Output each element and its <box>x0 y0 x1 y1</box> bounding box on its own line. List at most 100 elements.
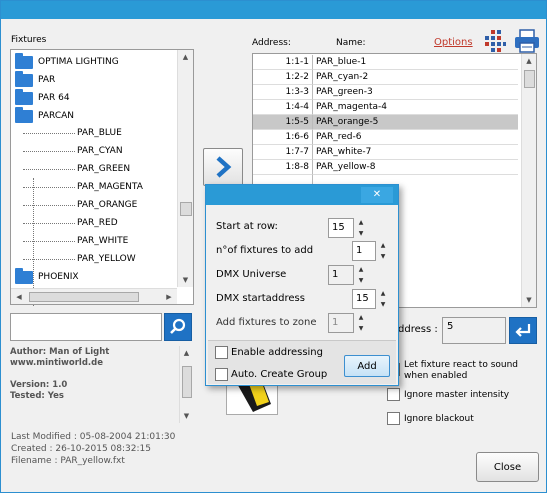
scroll-down-icon[interactable]: ▼ <box>178 273 193 287</box>
chevron-down-icon[interactable]: ▼ <box>356 228 366 239</box>
tree-item[interactable]: PAR_WHITE <box>77 232 128 250</box>
table-row[interactable]: 1:8-8 PAR_yellow-8 <box>253 160 518 175</box>
table-vscrollbar[interactable]: ▲ ▼ <box>521 54 536 307</box>
tree-folder-label: PAR 64 <box>38 93 70 103</box>
scroll-up-icon[interactable]: ▲ <box>522 54 536 68</box>
row-address: 1:6-6 <box>253 130 313 145</box>
folder-icon <box>15 267 33 284</box>
apply-address-button[interactable] <box>509 317 537 344</box>
info-tested: Tested: Yes <box>10 391 64 401</box>
tree-line <box>23 151 75 152</box>
tree-folder[interactable]: PHOENIX <box>15 267 79 286</box>
tree-item[interactable]: PAR_BLUE <box>77 124 122 142</box>
table-row[interactable]: 1:3-3 PAR_green-3 <box>253 85 518 100</box>
chevron-up-icon[interactable]: ▲ <box>356 217 366 228</box>
search-button[interactable] <box>164 313 192 341</box>
enable-addressing-checkbox[interactable] <box>215 346 228 359</box>
scroll-thumb[interactable] <box>180 202 192 216</box>
search-input[interactable] <box>10 313 162 341</box>
table-row-selected[interactable]: 1:5-5 PAR_orange-5 <box>253 115 518 130</box>
scroll-up-icon[interactable]: ▲ <box>180 346 193 360</box>
row-address: 1:4-4 <box>253 100 313 115</box>
tree-item[interactable]: PAR_MAGENTA <box>77 178 143 196</box>
ignore-master-checkbox[interactable] <box>387 388 400 401</box>
tree-folder[interactable]: OPTIMA LIGHTING <box>15 52 119 71</box>
auto-group-checkbox[interactable] <box>215 368 228 381</box>
tree-item[interactable]: PAR_ORANGE <box>77 196 137 214</box>
chevron-up-icon[interactable]: ▲ <box>378 288 388 299</box>
tree-line <box>23 187 75 188</box>
start-row-stepper[interactable]: ▲ ▼ <box>356 217 366 239</box>
filename: Filename : PAR_yellow.fxt <box>11 456 125 466</box>
fixture-manager-window: Fixtures OPTIMA LIGHTING PAR PAR 64 PARC… <box>0 0 547 493</box>
num-fixtures-input[interactable]: 1 <box>352 241 376 261</box>
tree-folder[interactable]: PAR 64 <box>15 88 70 107</box>
tree-folder-open[interactable]: PARCAN <box>15 106 74 125</box>
close-button[interactable]: Close <box>476 452 539 482</box>
table-row[interactable]: 1:2-2 PAR_cyan-2 <box>253 70 518 85</box>
info-version: Version: 1.0 <box>10 380 68 390</box>
startaddr-stepper[interactable]: ▲ ▼ <box>378 288 388 310</box>
scroll-thumb[interactable] <box>524 70 535 88</box>
table-row[interactable]: 1:1-1 PAR_blue-1 <box>253 55 518 70</box>
tree-vscrollbar[interactable]: ▲ ▼ <box>177 50 193 287</box>
hscroll-thumb[interactable] <box>29 292 139 302</box>
scroll-down-icon[interactable]: ▼ <box>180 409 193 423</box>
num-fixtures-stepper[interactable]: ▲ ▼ <box>378 240 388 262</box>
chevron-up-icon[interactable]: ▲ <box>356 264 366 275</box>
chevron-down-icon[interactable]: ▼ <box>378 251 388 262</box>
tree-item[interactable]: PAR_GREEN <box>77 160 130 178</box>
scroll-left-icon[interactable]: ◀ <box>13 291 25 303</box>
dialog-close-button[interactable]: ✕ <box>361 187 393 203</box>
tree-hscrollbar[interactable]: ◀ ▶ <box>11 288 177 304</box>
tree-line <box>23 223 75 224</box>
scroll-up-icon[interactable]: ▲ <box>178 50 193 64</box>
ignore-blackout-checkbox[interactable] <box>387 412 400 425</box>
printer-icon[interactable] <box>513 28 541 54</box>
chevron-down-icon[interactable]: ▼ <box>378 299 388 310</box>
address-input[interactable]: 5 <box>442 317 506 344</box>
tree-item[interactable]: PAR_RED <box>77 214 118 232</box>
fixture-info: Author: Man of Light www.mintiworld.de V… <box>10 346 194 424</box>
info-vscrollbar[interactable]: ▲ ▼ <box>179 346 193 423</box>
tree-folder-label: PARCAN <box>38 111 74 121</box>
add-button[interactable]: Add <box>344 355 390 377</box>
row-address: 1:8-8 <box>253 160 313 175</box>
row-name: PAR_orange-5 <box>313 115 518 130</box>
num-fixtures-label: n°of fixtures to add <box>216 245 314 256</box>
tree-connector <box>33 178 34 306</box>
chevron-down-icon[interactable]: ▼ <box>356 323 366 334</box>
fixture-tree[interactable]: OPTIMA LIGHTING PAR PAR 64 PARCAN PAR_BL… <box>10 49 194 306</box>
tree-folder-label: OPTIMA LIGHTING <box>38 57 119 67</box>
universe-input[interactable]: 1 <box>328 265 354 285</box>
table-row[interactable]: 1:6-6 PAR_red-6 <box>253 130 518 145</box>
chevron-up-icon[interactable]: ▲ <box>356 312 366 323</box>
options-link[interactable]: Options <box>434 37 473 48</box>
tree-line <box>23 169 75 170</box>
table-row[interactable]: 1:4-4 PAR_magenta-4 <box>253 100 518 115</box>
name-column-label: Name: <box>336 38 366 48</box>
scroll-right-icon[interactable]: ▶ <box>163 291 175 303</box>
add-fixture-arrow-button[interactable] <box>203 148 243 186</box>
grid-icon[interactable] <box>483 29 507 53</box>
row-address: 1:2-2 <box>253 70 313 85</box>
start-row-input[interactable]: 15 <box>328 218 354 238</box>
info-author: Author: Man of Light <box>10 347 110 357</box>
tree-line <box>23 205 75 206</box>
chevron-up-icon[interactable]: ▲ <box>378 240 388 251</box>
tree-folder[interactable]: PAR <box>15 70 55 89</box>
table-row[interactable]: 1:7-7 PAR_white-7 <box>253 145 518 160</box>
scroll-thumb[interactable] <box>182 366 192 398</box>
scroll-down-icon[interactable]: ▼ <box>522 293 536 307</box>
startaddr-input[interactable]: 15 <box>352 289 376 309</box>
zone-input[interactable]: 1 <box>328 313 354 333</box>
tree-item[interactable]: PAR_YELLOW <box>77 250 136 268</box>
tree-item[interactable]: PAR_CYAN <box>77 142 123 160</box>
chevron-right-icon <box>216 156 232 178</box>
start-row-label: Start at row: <box>216 221 278 232</box>
created-date: Created : 26-10-2015 08:32:15 <box>11 444 151 454</box>
universe-stepper[interactable]: ▲ ▼ <box>356 264 366 286</box>
folder-icon <box>15 70 33 87</box>
zone-stepper[interactable]: ▲ ▼ <box>356 312 366 334</box>
chevron-down-icon[interactable]: ▼ <box>356 275 366 286</box>
